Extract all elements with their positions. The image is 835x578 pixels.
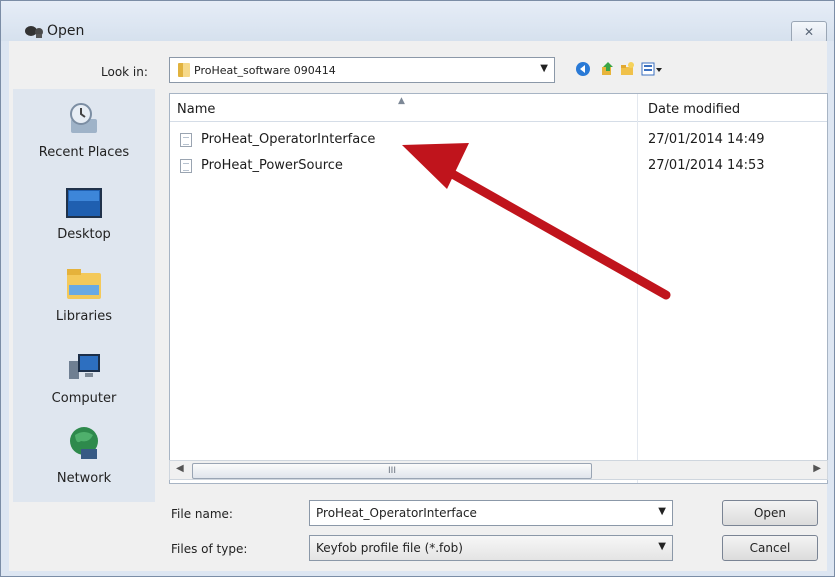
back-icon[interactable] [575,61,591,77]
close-button[interactable]: ✕ [791,21,827,43]
open-button[interactable]: Open [722,500,818,526]
places-bar: Recent Places Desktop Libraries Computer… [13,89,155,502]
horizontal-scrollbar[interactable]: ◀ III ▶ [169,460,828,480]
chevron-down-icon[interactable]: ▼ [658,506,666,517]
look-in-value: ProHeat_software 090414 [194,64,336,77]
file-name-value: ProHeat_OperatorInterface [316,506,477,520]
window-title: Open [47,23,85,39]
chevron-down-icon[interactable]: ▼ [658,541,666,552]
look-in-label: Look in: [101,65,148,79]
file-name-cell: ProHeat_PowerSource [201,158,343,173]
column-header-name[interactable]: Name [177,102,215,117]
close-icon: ✕ [803,25,815,39]
desktop-icon [66,188,102,218]
column-header-date-modified[interactable]: Date modified [648,102,740,117]
file-type-dropdown[interactable]: Keyfob profile file (*.fob) ▼ [309,535,673,561]
up-folder-icon[interactable] [599,61,615,77]
computer-icon [69,354,100,379]
table-row[interactable]: ProHeat_OperatorInterface 27/01/2014 14:… [170,130,827,150]
place-label: Network [56,471,112,486]
place-label: Computer [51,391,117,406]
open-dialog: Open ✕ Look in: ProHeat_software 090414 … [0,0,835,577]
place-label: Desktop [57,227,111,242]
scroll-right-icon[interactable]: ▶ [813,463,821,474]
file-name-field[interactable]: ProHeat_OperatorInterface ▼ [309,500,673,526]
folder-icon [178,63,190,77]
file-date-cell: 27/01/2014 14:53 [648,158,765,173]
file-date-cell: 27/01/2014 14:49 [648,132,765,147]
place-recent-places[interactable]: Recent Places [13,101,155,160]
chevron-down-icon[interactable]: ▼ [540,63,548,74]
place-label: Libraries [55,309,113,324]
scroll-left-icon[interactable]: ◀ [176,463,184,474]
libraries-icon [67,269,101,299]
file-list-header: Name ▲ Date modified [170,94,827,122]
title-bar[interactable]: Open ✕ [1,1,834,43]
cancel-button[interactable]: Cancel [722,535,818,561]
file-type-label: Files of type: [171,542,248,556]
file-type-value: Keyfob profile file (*.fob) [316,541,463,555]
look-in-dropdown[interactable]: ProHeat_software 090414 ▼ [169,57,555,83]
place-libraries[interactable]: Libraries [13,267,155,324]
scroll-grip-icon: III [388,466,396,476]
file-name-label: File name: [171,507,233,521]
network-icon [70,427,98,459]
file-icon [180,133,192,147]
views-menu-icon[interactable] [641,61,663,77]
new-folder-icon[interactable] [619,61,635,77]
place-label: Recent Places [38,145,130,160]
file-name-cell: ProHeat_OperatorInterface [201,132,376,147]
file-list[interactable]: Name ▲ Date modified ProHeat_OperatorInt… [169,93,828,484]
scrollbar-thumb[interactable]: III [192,463,592,479]
column-divider[interactable] [637,94,638,483]
place-desktop[interactable]: Desktop [13,187,155,242]
app-icon [25,26,43,38]
sort-ascending-icon: ▲ [398,96,405,106]
recent-places-icon [70,103,97,133]
file-icon [180,159,192,173]
place-computer[interactable]: Computer [13,351,155,406]
table-row[interactable]: ProHeat_PowerSource 27/01/2014 14:53 [170,156,827,176]
place-network[interactable]: Network [13,425,155,486]
